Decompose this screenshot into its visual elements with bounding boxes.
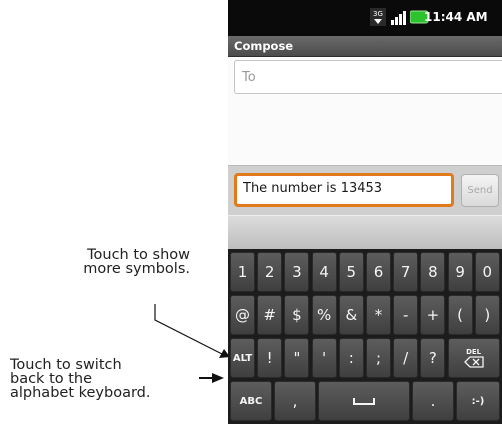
- space-icon: [353, 398, 375, 405]
- key-punctuation[interactable]: ;: [366, 338, 391, 378]
- status-icons: 3G: [370, 8, 430, 26]
- key-symbol[interactable]: (: [447, 295, 473, 335]
- network-3g-icon: 3G: [370, 8, 386, 26]
- key-symbol[interactable]: #: [257, 295, 283, 335]
- key-number[interactable]: 8: [420, 252, 446, 292]
- abc-key[interactable]: ABC: [230, 381, 272, 421]
- message-field[interactable]: [234, 173, 454, 207]
- key-number[interactable]: 2: [257, 252, 283, 292]
- key-punctuation[interactable]: :: [338, 338, 364, 378]
- key-punctuation[interactable]: ": [284, 338, 310, 378]
- key-symbol[interactable]: %: [311, 295, 337, 335]
- backspace-icon: [463, 356, 484, 368]
- key-number[interactable]: 1: [230, 252, 255, 292]
- arrow-symbols: [154, 304, 223, 355]
- key-punctuation[interactable]: /: [393, 338, 419, 378]
- message-bar: Send: [228, 165, 502, 216]
- status-bar: 3G 11:44 AM: [228, 0, 502, 36]
- key-symbol[interactable]: *: [366, 295, 391, 335]
- title-bar: Compose: [228, 36, 502, 57]
- status-time: 11:44 AM: [424, 10, 488, 24]
- key-symbol[interactable]: ): [474, 295, 500, 335]
- key-symbol[interactable]: -: [393, 295, 419, 335]
- delete-key-label: DEL: [466, 348, 482, 356]
- key-punctuation[interactable]: ': [311, 338, 337, 378]
- page-title: Compose: [234, 39, 294, 53]
- key-number[interactable]: 0: [474, 252, 500, 292]
- key-number[interactable]: 3: [284, 252, 310, 292]
- to-input[interactable]: [235, 61, 489, 94]
- key-number[interactable]: 6: [366, 252, 391, 292]
- key-number[interactable]: 9: [447, 252, 473, 292]
- period-key[interactable]: .: [412, 381, 454, 421]
- key-symbol[interactable]: &: [338, 295, 364, 335]
- compose-area: [228, 57, 502, 165]
- send-button[interactable]: Send: [461, 174, 499, 207]
- delete-key[interactable]: DEL: [447, 338, 500, 378]
- alt-key[interactable]: ALT: [230, 338, 255, 378]
- network-label: 3G: [373, 10, 383, 18]
- key-symbol[interactable]: @: [230, 295, 255, 335]
- key-punctuation[interactable]: ?: [420, 338, 446, 378]
- arrow-switch-head: [212, 373, 224, 383]
- to-field[interactable]: [234, 60, 502, 94]
- key-punctuation[interactable]: !: [257, 338, 283, 378]
- message-input[interactable]: [237, 176, 449, 201]
- key-symbol[interactable]: +: [420, 295, 446, 335]
- key-number[interactable]: 7: [393, 252, 419, 292]
- key-number[interactable]: 4: [311, 252, 337, 292]
- key-number[interactable]: 5: [338, 252, 364, 292]
- space-key[interactable]: [318, 381, 410, 421]
- signal-icon: [391, 11, 406, 25]
- key-symbol[interactable]: $: [284, 295, 310, 335]
- symbol-keyboard: 1234567890 @ # $% & * - +() ALT! " ':; /? DEL ABC …: [228, 249, 502, 424]
- comma-key[interactable]: ,: [274, 381, 316, 421]
- keyboard-top-strip: [228, 215, 502, 250]
- phone-screen: 3G 11:44 AM Compose Send: [228, 0, 502, 424]
- smiley-key[interactable]: :-): [456, 381, 500, 421]
